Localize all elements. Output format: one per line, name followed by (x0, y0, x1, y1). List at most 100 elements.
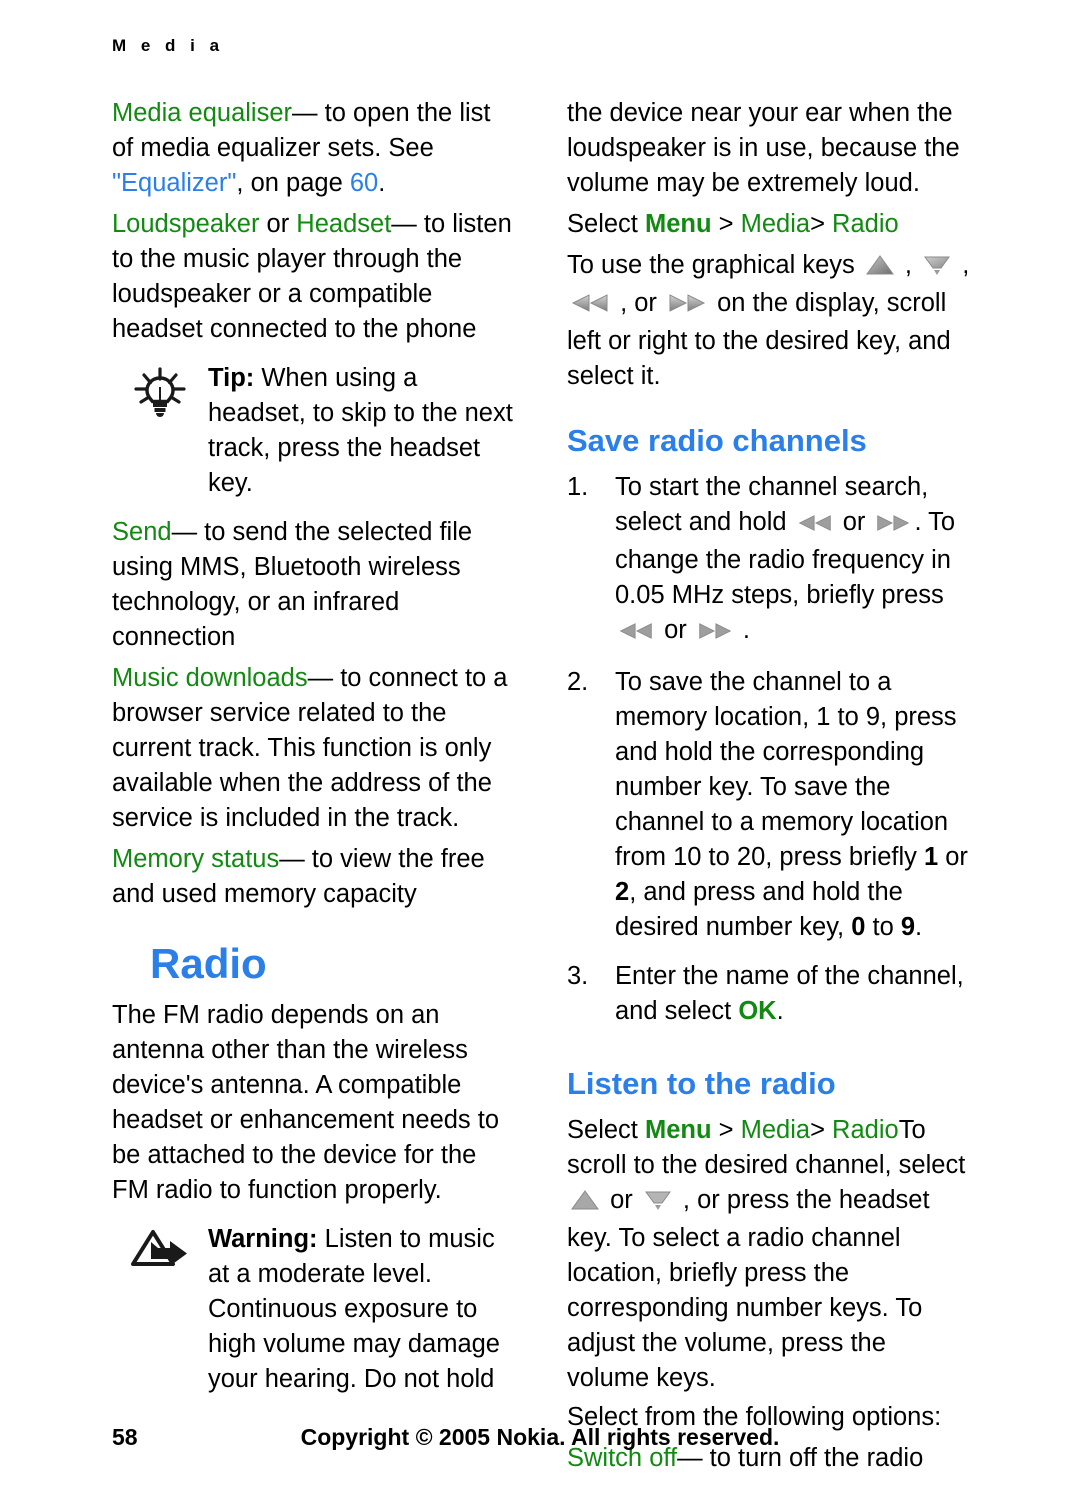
tip-note-body: Tip: When using a headset, to skip to th… (208, 361, 517, 501)
key-rewind-icon (797, 508, 833, 543)
keyword-music-downloads: Music downloads (112, 664, 308, 692)
key-rewind-icon (570, 289, 610, 324)
page-footer: 58 Copyright © 2005 Nokia. All rights re… (0, 1424, 1080, 1454)
step2-bold-1: 1 (923, 843, 939, 871)
step-text: Enter the name of the channel, and selec… (615, 959, 972, 1029)
text-media-equaliser-c: . (378, 169, 386, 197)
paragraph-music-downloads: Music downloads— to connect to a browser… (112, 661, 517, 836)
text-media-equaliser-b: , on page (236, 169, 350, 197)
warning-label: Warning: (208, 1225, 318, 1253)
paragraph-warning-continued: the device near your ear when the loudsp… (567, 99, 960, 197)
step-text: To save the channel to a memory location… (615, 665, 972, 945)
step2-text-d: to (865, 913, 901, 941)
text-comma-2: , (955, 251, 970, 279)
keyword-memory-status: Memory status (112, 845, 280, 873)
list-item: 3. Enter the name of the channel, and se… (567, 959, 972, 1029)
text-separator: > (711, 210, 741, 238)
em-dash: — (279, 845, 305, 873)
warning-triangle-arrow-icon (112, 1222, 208, 1278)
listen-text-c: , or press the headset key. To select a … (567, 1186, 930, 1392)
section-heading-listen-to-the-radio: Listen to the radio (567, 1066, 836, 1101)
step-number: 2. (567, 668, 589, 696)
step2-bold-2: 2 (615, 878, 630, 906)
paragraph-select-path-radio-1: Select Menu > Media> Radio (567, 207, 972, 242)
key-forward-icon (667, 289, 707, 324)
step-number: 1. (567, 473, 589, 501)
paragraph-media-equaliser: Media equaliser— to open the list of med… (112, 96, 517, 201)
chapter-heading-radio: Radio (150, 940, 267, 987)
warning-note-body: Warning: Listen to music at a moderate l… (208, 1222, 517, 1397)
step2-text-b: or (938, 843, 968, 871)
key-up-icon (865, 251, 895, 286)
step1-text-d: or (657, 616, 694, 644)
section-heading-save-radio-channels: Save radio channels (567, 423, 867, 458)
text-graphical-keys-b: , or (613, 289, 665, 317)
step2-text-e: . (915, 913, 923, 941)
keyword-media: Media (740, 1116, 811, 1144)
text-separator: > (711, 1116, 741, 1144)
tip-label: Tip: (208, 364, 255, 392)
link-equalizer-title[interactable]: "Equalizer" (112, 169, 236, 197)
copyright-notice: Copyright © 2005 Nokia. All rights reser… (300, 1424, 780, 1450)
text-graphical-keys-a: To use the graphical keys (567, 251, 862, 279)
paragraph-send: Send— to send the selected file using MM… (112, 515, 517, 655)
step2-bold-3: 0 (851, 913, 866, 941)
two-column-body: Media equaliser— to open the list of med… (112, 96, 972, 1482)
lightbulb-icon (112, 361, 208, 417)
document-page: M e d i a Media equaliser— to open the l… (0, 0, 1080, 1496)
paragraph-loudspeaker-headset: Loudspeaker or Headset— to listen to the… (112, 207, 517, 347)
tip-text: When using a headset, to skip to the nex… (208, 364, 513, 497)
keyword-send: Send (112, 518, 172, 546)
paragraph-radio-intro: The FM radio depends on an antenna other… (112, 1001, 500, 1204)
keyword-loudspeaker: Loudspeaker (112, 210, 260, 238)
text-separator: > (810, 1116, 833, 1144)
paragraph-listen-body: Select Menu > Media> RadioTo scroll to t… (567, 1113, 972, 1396)
save-channels-steps: 1. To start the channel search, select a… (567, 470, 972, 1029)
em-dash: — (171, 518, 198, 546)
step2-bold-4: 9 (900, 913, 916, 941)
key-forward-icon (697, 616, 733, 651)
step3-text-a: Enter the name of the channel, and selec… (615, 962, 964, 1025)
link-equalizer-page[interactable]: 60 (350, 169, 378, 197)
paragraph-memory-status: Memory status— to view the free and used… (112, 842, 517, 912)
step-text: To start the channel search, select and … (615, 470, 972, 651)
tip-note: Tip: When using a headset, to skip to th… (112, 361, 517, 501)
step1-text-b: or (835, 508, 873, 536)
text-joiner-or: or (259, 210, 297, 238)
text-select: Select (567, 1116, 645, 1144)
keyword-menu: Menu (644, 210, 712, 238)
key-forward-icon (875, 508, 911, 543)
text-select: Select (567, 210, 645, 238)
keyword-radio: Radio (832, 1116, 899, 1144)
key-up-icon (570, 1186, 600, 1221)
listen-text-b: or (603, 1186, 640, 1214)
text-comma-1: , (897, 251, 920, 279)
key-down-icon (643, 1186, 673, 1221)
em-dash: — (391, 210, 417, 238)
key-rewind-icon (618, 616, 654, 651)
em-dash: — (307, 664, 334, 692)
paragraph-graphical-keys: To use the graphical keys , , , or on th… (567, 248, 972, 394)
step3-text-b: . (776, 997, 784, 1025)
list-item: 2. To save the channel to a memory locat… (567, 665, 972, 945)
keyword-ok: OK (738, 997, 777, 1025)
keyword-radio: Radio (832, 210, 899, 238)
step2-text-a: To save the channel to a memory location… (615, 668, 957, 871)
keyword-media: Media (740, 210, 811, 238)
text-separator: > (810, 210, 833, 238)
list-item: 1. To start the channel search, select a… (567, 470, 972, 651)
running-head: M e d i a (112, 36, 225, 55)
step1-text-e: . (735, 616, 751, 644)
keyword-menu: Menu (644, 1116, 712, 1144)
left-column: Media equaliser— to open the list of med… (112, 96, 517, 1482)
key-down-icon (922, 251, 952, 286)
step-number: 3. (567, 962, 589, 990)
keyword-media-equaliser: Media equaliser (112, 99, 293, 127)
keyword-headset: Headset (296, 210, 392, 238)
